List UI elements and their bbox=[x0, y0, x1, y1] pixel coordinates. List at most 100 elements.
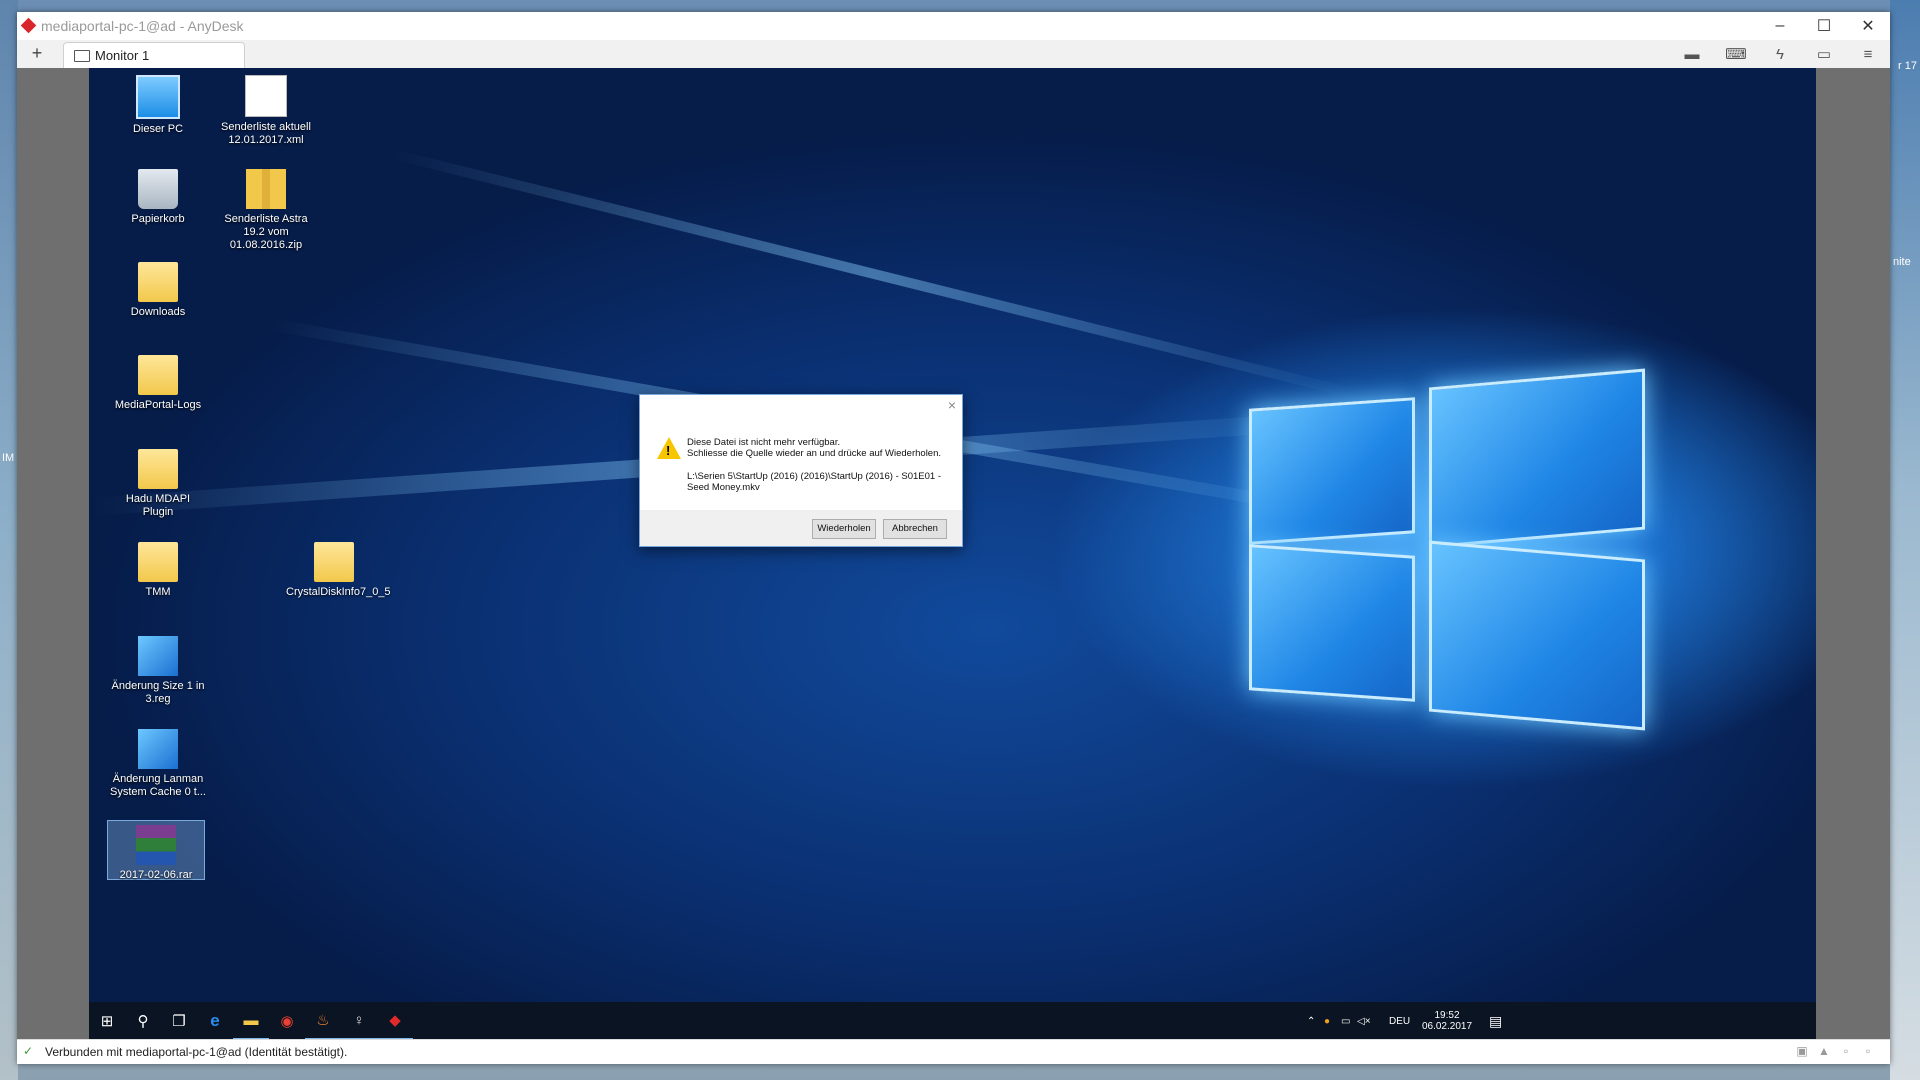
lightning-icon[interactable]: ϟ bbox=[1769, 44, 1791, 64]
desktop-icon-hadu-mdapi[interactable]: Hadu MDAPI Plugin bbox=[110, 445, 206, 519]
language-indicator[interactable]: DEU bbox=[1389, 1002, 1410, 1040]
downloads-folder-icon bbox=[138, 262, 178, 302]
desktop-icon-label: Downloads bbox=[130, 306, 186, 318]
close-button[interactable]: ✕ bbox=[1846, 12, 1890, 40]
anydesk-window: mediaportal-pc-1@ad - AnyDesk – ☐ ✕ + Mo… bbox=[17, 12, 1890, 1064]
registry-file-icon bbox=[138, 729, 178, 769]
clock-time: 19:52 bbox=[1434, 1010, 1460, 1021]
desktop-icon-label: Änderung Lanman System Cache 0 t... bbox=[110, 773, 206, 798]
dialog-close-button[interactable]: × bbox=[948, 397, 956, 413]
zip-folder-icon bbox=[246, 169, 286, 209]
task-view-icon[interactable]: ❐ bbox=[161, 1002, 197, 1040]
maximize-button[interactable]: ☐ bbox=[1802, 12, 1846, 40]
volume-muted-icon[interactable]: ◁× bbox=[1357, 1002, 1371, 1040]
remote-desktop[interactable]: Dieser PC Senderliste aktuell 12.01.2017… bbox=[89, 68, 1816, 1002]
dialog-footer: Wiederholen Abbrechen bbox=[640, 510, 962, 546]
display-icon[interactable]: ▭ bbox=[1813, 44, 1835, 64]
window-title: mediaportal-pc-1@ad - AnyDesk bbox=[41, 18, 244, 34]
windows-logo-pane bbox=[1249, 544, 1415, 702]
remote-taskbar: ⊞ ⚲ ❐ e ▬ ◉ ♨ ♀ ◆ ⌃ ● ▭ ◁× DEU 19:52 06.… bbox=[89, 1002, 1816, 1040]
monitor-icon bbox=[74, 50, 90, 62]
background-right-edge bbox=[1890, 0, 1920, 1080]
windows-logo-pane bbox=[1429, 368, 1645, 549]
desktop-icon-label: Hadu MDAPI Plugin bbox=[125, 493, 191, 518]
windows-logo-pane bbox=[1429, 540, 1645, 731]
anydesk-icon[interactable]: ◆ bbox=[377, 1002, 413, 1040]
status-bar: ✓ Verbunden mit mediaportal-pc-1@ad (Ide… bbox=[17, 1039, 1890, 1064]
background-text: r 17 bbox=[1898, 60, 1917, 72]
desktop-icon-label: CrystalDiskInfo7_0_5 bbox=[286, 586, 391, 598]
status-text: Verbunden mit mediaportal-pc-1@ad (Ident… bbox=[45, 1045, 348, 1059]
desktop-icon-senderliste-xml[interactable]: Senderliste aktuell 12.01.2017.xml bbox=[218, 71, 314, 147]
tab-label: Monitor 1 bbox=[95, 48, 150, 63]
desktop-icon-label: Senderliste Astra 19.2 vom 01.08.2016.zi… bbox=[224, 213, 308, 251]
windows-logo-pane bbox=[1249, 397, 1415, 545]
desktop-icon-label: Dieser PC bbox=[132, 123, 184, 135]
tray-chevron-icon[interactable]: ⌃ bbox=[1307, 1002, 1315, 1040]
chrome-icon[interactable]: ◉ bbox=[269, 1002, 305, 1040]
keyboard-icon[interactable]: ⌨ bbox=[1725, 44, 1747, 64]
transfer-icon[interactable]: ▣ bbox=[1795, 1044, 1809, 1058]
desktop-icon-papierkorb[interactable]: Papierkorb bbox=[110, 165, 206, 226]
desktop-icon-senderliste-zip[interactable]: Senderliste Astra 19.2 vom 01.08.2016.zi… bbox=[218, 165, 314, 252]
desktop-icon-mediaportal-logs[interactable]: MediaPortal-Logs bbox=[110, 351, 206, 412]
chat-icon[interactable]: ▬ bbox=[1681, 44, 1703, 64]
network-icon[interactable]: ▭ bbox=[1341, 1002, 1350, 1040]
desktop-icon-reg-lanman[interactable]: Änderung Lanman System Cache 0 t... bbox=[110, 725, 206, 799]
registry-file-icon bbox=[138, 636, 178, 676]
tray-app-icon[interactable]: ● bbox=[1324, 1002, 1330, 1040]
tab-monitor-1[interactable]: Monitor 1 bbox=[63, 42, 245, 69]
bulb-app-icon[interactable]: ♀ bbox=[341, 1002, 377, 1040]
cancel-button[interactable]: Abbrechen bbox=[883, 519, 947, 539]
lock-icon[interactable]: ▲ bbox=[1817, 1044, 1831, 1058]
desktop-icon-label: TMM bbox=[145, 586, 171, 598]
fire-app-icon[interactable]: ♨ bbox=[305, 1002, 341, 1040]
file-explorer-icon[interactable]: ▬ bbox=[233, 1002, 269, 1040]
folder-icon bbox=[138, 449, 178, 489]
desktop-icon-crystaldiskinfo[interactable]: CrystalDiskInfo7_0_5 bbox=[286, 538, 391, 599]
permission-icon[interactable]: ▫ bbox=[1839, 1044, 1853, 1058]
background-left-edge bbox=[0, 0, 18, 1080]
search-icon[interactable]: ⚲ bbox=[125, 1002, 161, 1040]
title-bar: mediaportal-pc-1@ad - AnyDesk – ☐ ✕ bbox=[17, 12, 1890, 40]
remote-screen[interactable]: Dieser PC Senderliste aktuell 12.01.2017… bbox=[17, 68, 1890, 1040]
clock-date: 06.02.2017 bbox=[1421, 1021, 1473, 1032]
menu-icon[interactable]: ≡ bbox=[1857, 44, 1879, 64]
anydesk-logo-icon bbox=[20, 17, 37, 34]
action-center-icon[interactable]: ▤ bbox=[1489, 1002, 1502, 1040]
edge-icon[interactable]: e bbox=[197, 1002, 233, 1040]
background-text: nite bbox=[1893, 256, 1911, 268]
retry-button[interactable]: Wiederholen bbox=[812, 519, 876, 539]
desktop-icon-dieser-pc[interactable]: Dieser PC bbox=[110, 71, 206, 136]
computer-icon bbox=[136, 75, 180, 119]
connection-status-icon: ✓ bbox=[23, 1044, 34, 1058]
clock[interactable]: 19:52 06.02.2017 bbox=[1417, 1002, 1477, 1040]
light-beam bbox=[387, 148, 1361, 400]
tab-bar: + Monitor 1 bbox=[17, 40, 1890, 69]
session-icon[interactable]: ▫ bbox=[1861, 1044, 1875, 1058]
folder-icon bbox=[314, 542, 354, 582]
new-tab-button[interactable]: + bbox=[27, 43, 47, 63]
folder-icon bbox=[138, 355, 178, 395]
dialog-message-line: Diese Datei ist nicht mehr verfügbar. bbox=[687, 437, 841, 448]
desktop-icon-label: MediaPortal-Logs bbox=[114, 399, 202, 411]
desktop-icon-label: Papierkorb bbox=[131, 213, 185, 225]
recycle-bin-icon bbox=[138, 169, 178, 209]
desktop-icon-label: 2017-02-06.rar bbox=[119, 869, 193, 881]
desktop-icon-label: Änderung Size 1 in 3.reg bbox=[111, 680, 205, 705]
error-dialog: × ! Diese Datei ist nicht mehr verfügbar… bbox=[639, 394, 963, 547]
background-text: IM bbox=[2, 452, 15, 464]
xml-file-icon bbox=[245, 75, 287, 117]
desktop-icon-downloads[interactable]: Downloads bbox=[110, 258, 206, 319]
desktop-icon-rar-archive[interactable]: 2017-02-06.rar bbox=[107, 820, 205, 881]
desktop-icon-label: Senderliste aktuell 12.01.2017.xml bbox=[221, 121, 311, 146]
dialog-message: Diese Datei ist nicht mehr verfügbar. Sc… bbox=[687, 437, 947, 459]
desktop-icon-reg-size[interactable]: Änderung Size 1 in 3.reg bbox=[110, 632, 206, 706]
rar-archive-icon bbox=[136, 825, 176, 865]
dialog-message-line: Schliesse die Quelle wieder an und drück… bbox=[687, 448, 942, 459]
dialog-file-path: L:\Serien 5\StartUp (2016) (2016)\StartU… bbox=[687, 471, 941, 493]
minimize-button[interactable]: – bbox=[1758, 12, 1802, 40]
start-icon[interactable]: ⊞ bbox=[89, 1002, 125, 1040]
desktop-icon-tmm[interactable]: TMM bbox=[110, 538, 206, 599]
warning-exclamation: ! bbox=[666, 443, 671, 458]
